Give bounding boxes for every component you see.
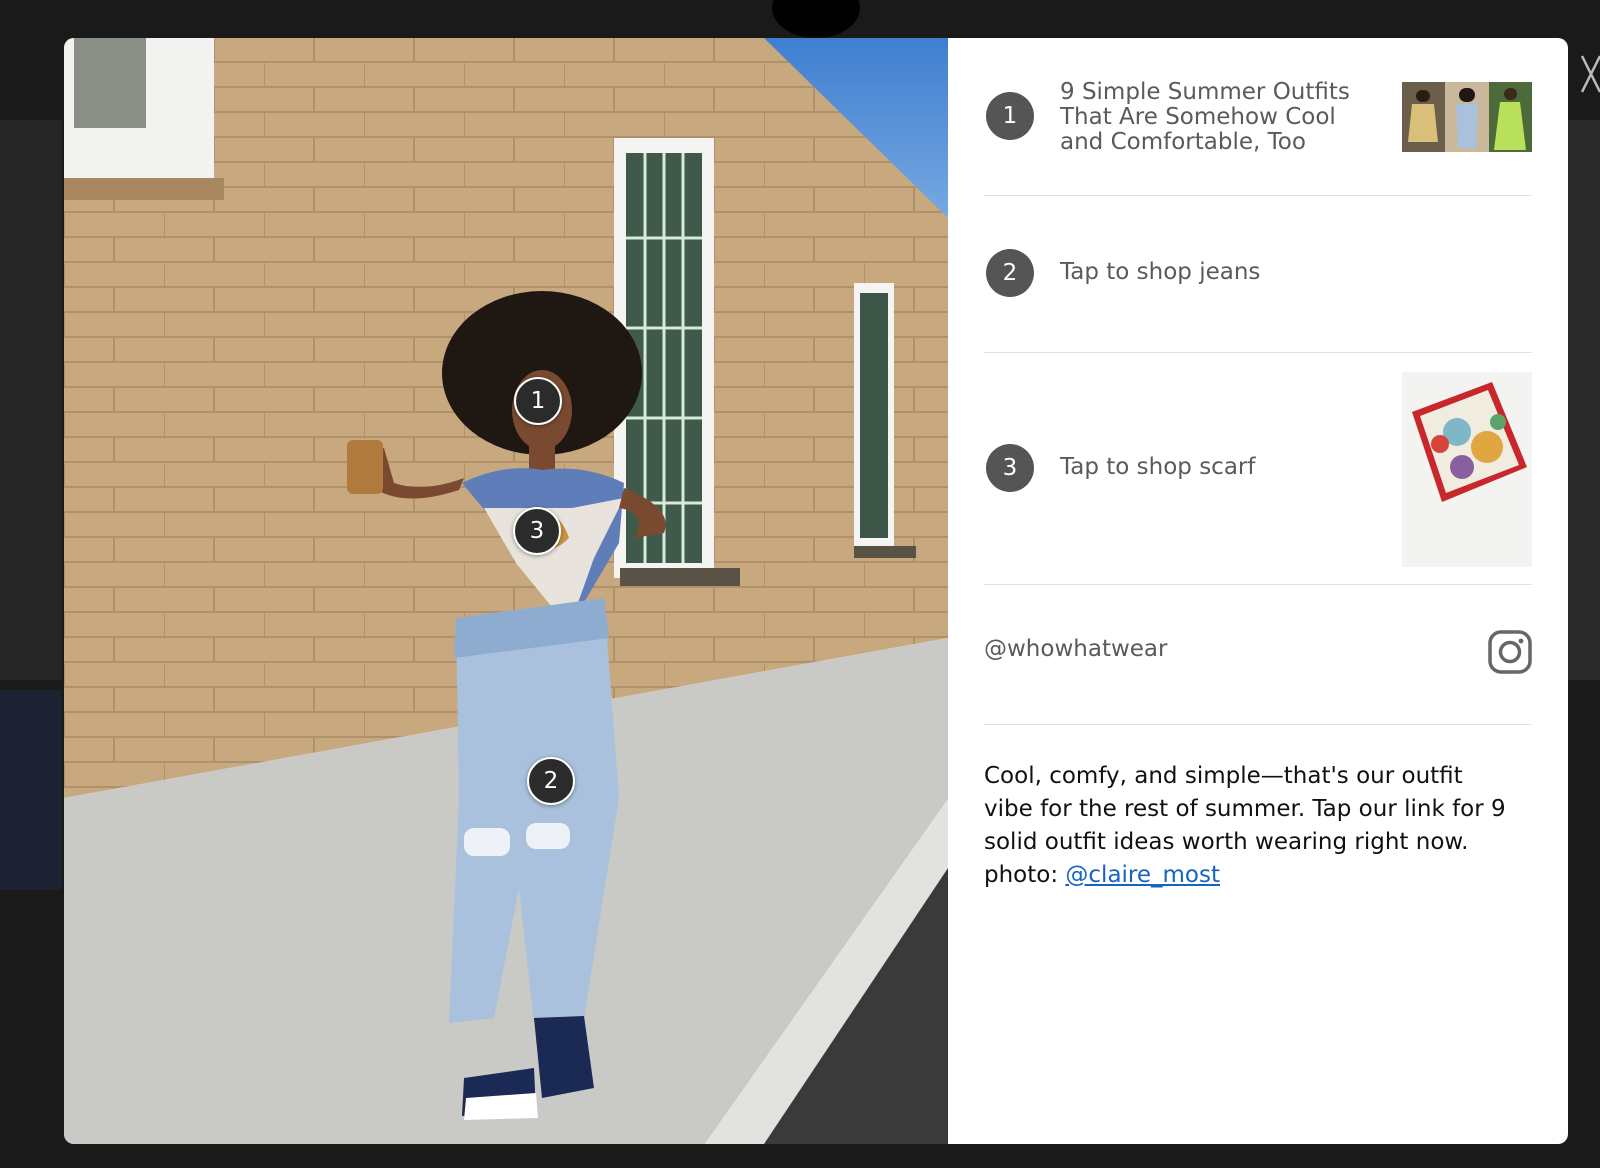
shop-scarf-label: Tap to shop scarf <box>1060 454 1256 480</box>
panel-item-jeans[interactable]: 2 Tap to shop jeans <box>984 195 1532 353</box>
panel-item-scarf[interactable]: 3 Tap to shop scarf <box>984 352 1532 585</box>
scarf-product-thumbnail[interactable] <box>1402 372 1532 567</box>
product-panel: 1 9 Simple Summer Outfits That Are Someh… <box>948 38 1568 1144</box>
photo-hotspot-1[interactable]: 1 <box>514 377 562 425</box>
item-number-2: 2 <box>986 249 1034 297</box>
background-page-left-lower <box>0 690 62 890</box>
panel-item-article[interactable]: 1 9 Simple Summer Outfits That Are Someh… <box>984 38 1532 196</box>
photographer-link[interactable]: @claire_most <box>1065 862 1220 888</box>
item-number-1: 1 <box>986 92 1034 140</box>
photo-hotspot-3[interactable]: 3 <box>513 507 561 555</box>
post-caption: Cool, comfy, and simple—that's our outfi… <box>984 760 1514 892</box>
post-photo <box>64 38 948 1144</box>
shop-jeans-label: Tap to shop jeans <box>1060 259 1261 285</box>
instagram-handle-row: @whowhatwear <box>984 584 1532 725</box>
instagram-handle[interactable]: @whowhatwear <box>984 636 1167 662</box>
photo-hotspot-2[interactable]: 2 <box>527 757 575 805</box>
instagram-icon[interactable] <box>1488 630 1532 674</box>
outfit-collage-thumbnail[interactable] <box>1402 82 1532 152</box>
article-title: 9 Simple Summer Outfits That Are Somehow… <box>1060 79 1350 155</box>
site-logo <box>772 0 860 38</box>
close-icon[interactable] <box>1580 52 1600 96</box>
item-number-3: 3 <box>986 444 1034 492</box>
background-page-left <box>0 120 62 680</box>
shoppable-post-modal: 1 3 2 1 9 Simple Summer Outfits That Are… <box>64 38 1568 1144</box>
caption-text: Cool, comfy, and simple—that's our outfi… <box>984 763 1506 888</box>
